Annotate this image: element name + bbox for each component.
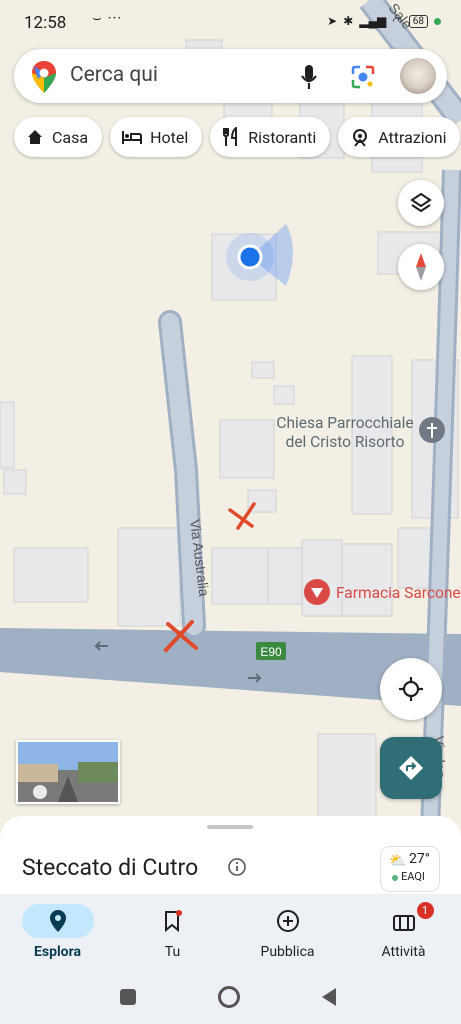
compass-button[interactable] xyxy=(398,244,444,290)
microphone-icon[interactable] xyxy=(300,64,318,90)
sheet-handle[interactable] xyxy=(207,825,253,829)
my-location-button[interactable] xyxy=(380,658,442,720)
nav-pubblica[interactable]: Pubblica xyxy=(230,894,345,974)
nav-label: Esplora xyxy=(34,944,81,960)
layers-icon xyxy=(410,192,432,213)
nav-attivita[interactable]: 1 Attività xyxy=(346,894,461,974)
chip-label: Casa xyxy=(52,127,89,147)
place-sheet[interactable]: Steccato di Cutro ⛅ 27° EAQI xyxy=(0,816,461,906)
chip-attrazioni[interactable]: Attrazioni xyxy=(338,117,461,157)
search-bar[interactable]: Cerca qui xyxy=(14,49,447,103)
street-view-thumbnail[interactable] xyxy=(16,740,120,804)
aqi-label: EAQI xyxy=(401,870,425,883)
pharmacy-label[interactable]: Farmacia Sarcone xyxy=(336,584,461,602)
system-navigation-bar xyxy=(0,974,461,1024)
restaurant-icon xyxy=(223,127,238,146)
nav-icon-wrap xyxy=(21,904,94,938)
status-notifications: ⌣ ··· xyxy=(92,9,123,27)
layers-button[interactable] xyxy=(398,180,444,226)
wifi-icon: ◠ xyxy=(392,14,403,28)
activity-icon xyxy=(392,915,415,931)
nav-label: Attività xyxy=(381,944,426,960)
bed-icon xyxy=(122,131,143,144)
directions-button[interactable] xyxy=(380,737,442,799)
home-button[interactable] xyxy=(218,986,240,1008)
status-time: 12:58 xyxy=(24,13,67,33)
chip-label: Hotel xyxy=(150,127,189,147)
notification-badge: 1 xyxy=(416,902,434,919)
maps-logo-icon xyxy=(32,61,56,93)
temperature: 27° xyxy=(409,851,430,867)
weather-chip[interactable]: ⛅ 27° EAQI xyxy=(380,846,440,892)
status-dot-icon xyxy=(434,17,441,25)
bluetooth-icon: ✱ xyxy=(343,14,354,28)
chip-hotel[interactable]: Hotel xyxy=(110,117,203,157)
chip-label: Ristoranti xyxy=(248,127,317,147)
nav-icon-wrap: 1 xyxy=(368,902,440,938)
attraction-icon xyxy=(353,129,368,147)
compass-icon xyxy=(416,253,426,281)
partly-cloudy-icon: ⛅ xyxy=(389,853,407,869)
nav-label: Pubblica xyxy=(260,944,315,960)
category-chips: Casa Hotel Ristoranti Attrazioni xyxy=(14,117,461,159)
explore-pin-icon xyxy=(49,910,66,932)
lens-camera-icon[interactable] xyxy=(350,64,376,90)
place-title: Steccato di Cutro xyxy=(22,854,199,881)
chip-label: Attrazioni xyxy=(378,127,447,147)
bottom-navigation: Esplora Tu Pubblica 1 Attività xyxy=(0,894,461,974)
account-avatar[interactable] xyxy=(400,58,436,94)
back-button[interactable] xyxy=(320,987,338,1007)
current-location-dot xyxy=(237,244,263,270)
home-icon xyxy=(28,130,42,144)
status-icons: ➤ ✱ ▂▄▆ ◠ 68 xyxy=(327,14,441,28)
street-view-image xyxy=(18,742,118,802)
status-bar: 12:58 ⌣ ··· ➤ ✱ ▂▄▆ ◠ 68 xyxy=(0,0,461,46)
nav-icon-wrap xyxy=(137,904,209,938)
svg-text:E90: E90 xyxy=(260,645,282,659)
air-quality-dot-icon xyxy=(392,875,398,881)
search-input[interactable]: Cerca qui xyxy=(70,63,158,87)
saved-bookmark-icon xyxy=(164,910,182,932)
chip-ristoranti[interactable]: Ristoranti xyxy=(210,117,331,157)
crosshair-icon xyxy=(399,677,423,701)
nav-label: Tu xyxy=(164,944,181,960)
nav-tu[interactable]: Tu xyxy=(115,894,230,974)
directions-icon xyxy=(399,756,423,780)
recents-button[interactable] xyxy=(120,989,136,1005)
battery-icon: 68 xyxy=(408,14,428,28)
nav-icon-wrap xyxy=(252,904,324,938)
add-circle-icon xyxy=(276,910,299,932)
chip-casa[interactable]: Casa xyxy=(14,117,103,157)
nav-esplora[interactable]: Esplora xyxy=(0,894,115,974)
church-label[interactable]: Chiesa Parrocchiale del Cristo Risorto xyxy=(268,414,422,452)
info-icon[interactable] xyxy=(228,858,246,876)
signal-icon: ▂▄▆ xyxy=(359,14,387,28)
location-arrow-icon: ➤ xyxy=(327,14,338,28)
